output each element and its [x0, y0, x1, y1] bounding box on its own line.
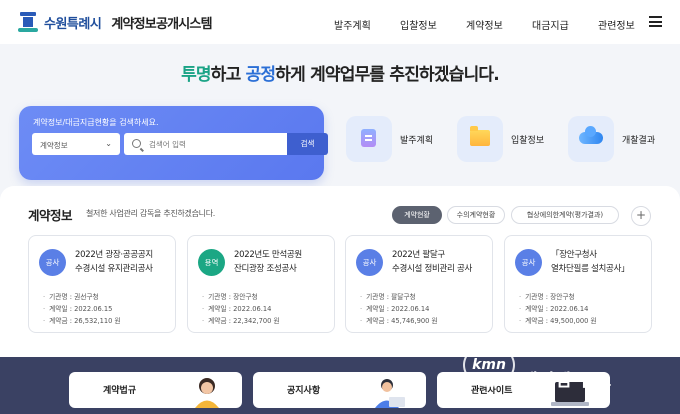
- chevron-down-icon: ⌄: [105, 139, 112, 148]
- watermark-logo: kmn: [463, 343, 515, 387]
- quick-link-bid-results[interactable]: 개찰결과: [568, 116, 655, 162]
- card-amount: 계약금 : 45,746,900 원: [360, 315, 438, 327]
- bottom-link-contract-law[interactable]: 계약법규: [69, 372, 242, 408]
- card-meta: 기관명 : 팔달구청 계약일 : 2022.06.14 계약금 : 45,746…: [360, 291, 438, 327]
- top-header: 수원특례시 계약정보공개시스템 발주계획 입찰정보 계약정보 대금지급 관련정보: [0, 0, 680, 44]
- nav-contract-info[interactable]: 계약정보: [466, 17, 503, 32]
- quick-link-order-plan[interactable]: 발주계획: [346, 116, 433, 162]
- search-title: 계약정보/대금지급현황을 검색하세요.: [33, 118, 159, 127]
- more-button[interactable]: +: [631, 206, 651, 226]
- search-category-value: 계약정보: [40, 141, 68, 150]
- quick-link-label: 발주계획: [400, 135, 434, 146]
- card-meta: 기관명 : 장안구청 계약일 : 2022.06.14 계약금 : 49,500…: [519, 291, 597, 327]
- tab-private-contract[interactable]: 수의계약현황: [447, 206, 505, 224]
- contract-card[interactable]: 공사 2022년 광장·공공공지수경시설 유지관리공사 기관명 : 권선구청 계…: [28, 235, 176, 333]
- watermark-english: korea media news: [522, 346, 637, 361]
- woman-illustration-icon: [195, 378, 219, 408]
- section-description: 철저한 사업관리 감독을 추진하겠습니다.: [86, 209, 215, 218]
- contract-card[interactable]: 공사 2022년 팔달구수경시설 정비관리 공사 기관명 : 팔달구청 계약일 …: [345, 235, 493, 333]
- card-title: 2022년도 만석공원 잔디광장 조성공사: [234, 250, 302, 274]
- search-button[interactable]: 검색: [287, 133, 328, 155]
- quick-link-label: 개찰결과: [622, 135, 656, 146]
- card-title: 「장안구청사 열차단필름 설치공사」: [551, 250, 630, 274]
- quick-link-bid-info[interactable]: 입찰정보: [457, 116, 544, 162]
- card-amount: 계약금 : 22,342,700 원: [202, 315, 280, 327]
- card-agency: 기관명 : 팔달구청: [360, 291, 438, 303]
- card-amount: 계약금 : 49,500,000 원: [519, 315, 597, 327]
- nav-bid-info[interactable]: 입찰정보: [400, 17, 437, 32]
- section-title: 계약정보: [28, 208, 73, 223]
- card-amount: 계약금 : 26,532,110 원: [43, 315, 121, 327]
- card-agency: 기관명 : 장안구청: [202, 291, 280, 303]
- site-logo[interactable]: 수원특례시 계약정보공개시스템: [18, 10, 213, 34]
- tab-contract-status[interactable]: 계약현황: [392, 206, 442, 224]
- category-badge: 공사: [515, 249, 542, 276]
- folder-icon: [457, 116, 503, 162]
- bottom-link-label: 공지사항: [287, 386, 321, 396]
- quick-link-label: 입찰정보: [511, 135, 545, 146]
- bottom-link-label: 계약법규: [103, 386, 137, 396]
- search-input[interactable]: [124, 133, 287, 155]
- search-icon: [132, 139, 141, 148]
- card-date: 계약일 : 2022.06.15: [43, 303, 121, 315]
- document-icon: [346, 116, 392, 162]
- card-date: 계약일 : 2022.06.14: [519, 303, 597, 315]
- main-slogan: 투명하고 공정하게 계약업무를 추진하겠습니다.: [181, 65, 500, 85]
- cloud-icon: [568, 116, 614, 162]
- card-meta: 기관명 : 권선구청 계약일 : 2022.06.15 계약금 : 26,532…: [43, 291, 121, 327]
- category-badge: 공사: [356, 249, 383, 276]
- logo-city-name: 수원특례시: [44, 16, 102, 32]
- city-emblem-icon: [18, 10, 38, 34]
- bottom-link-notice[interactable]: 공지사항: [253, 372, 426, 408]
- contract-info-section: 계약정보 철저한 사업관리 감독을 추진하겠습니다. 계약현황 수의계약현황 협…: [0, 186, 680, 362]
- tab-negotiated-contract[interactable]: 협상에의한계약(평가결과): [511, 206, 619, 224]
- contract-card[interactable]: 공사 「장안구청사열차단필름 설치공사」 기관명 : 장안구청 계약일 : 20…: [504, 235, 652, 333]
- category-badge: 공사: [39, 249, 66, 276]
- nav-payment[interactable]: 대금지급: [532, 17, 569, 32]
- contract-card[interactable]: 용역 2022년도 만석공원잔디광장 조성공사 기관명 : 장안구청 계약일 :…: [187, 235, 335, 333]
- search-panel: 계약정보/대금지급현황을 검색하세요. 계약정보 ⌄ 검색: [19, 106, 328, 180]
- man-illustration-icon: [375, 379, 405, 408]
- search-category-select[interactable]: 계약정보 ⌄: [32, 133, 120, 155]
- card-title: 2022년 팔달구 수경시설 정비관리 공사: [392, 250, 473, 274]
- menu-icon[interactable]: [649, 16, 662, 27]
- category-badge: 용역: [198, 249, 225, 276]
- card-date: 계약일 : 2022.06.14: [360, 303, 438, 315]
- watermark-korean: 케이엠 뉴스: [522, 371, 613, 391]
- nav-order-plan[interactable]: 발주계획: [334, 17, 371, 32]
- card-agency: 기관명 : 권선구청: [43, 291, 121, 303]
- card-title: 2022년 광장·공공공지 수경시설 유지관리공사: [75, 250, 153, 274]
- card-meta: 기관명 : 장안구청 계약일 : 2022.06.14 계약금 : 22,342…: [202, 291, 280, 327]
- card-date: 계약일 : 2022.06.14: [202, 303, 280, 315]
- logo-system-name: 계약정보공개시스템: [111, 16, 212, 32]
- nav-related-info[interactable]: 관련정보: [598, 17, 635, 32]
- card-agency: 기관명 : 장안구청: [519, 291, 597, 303]
